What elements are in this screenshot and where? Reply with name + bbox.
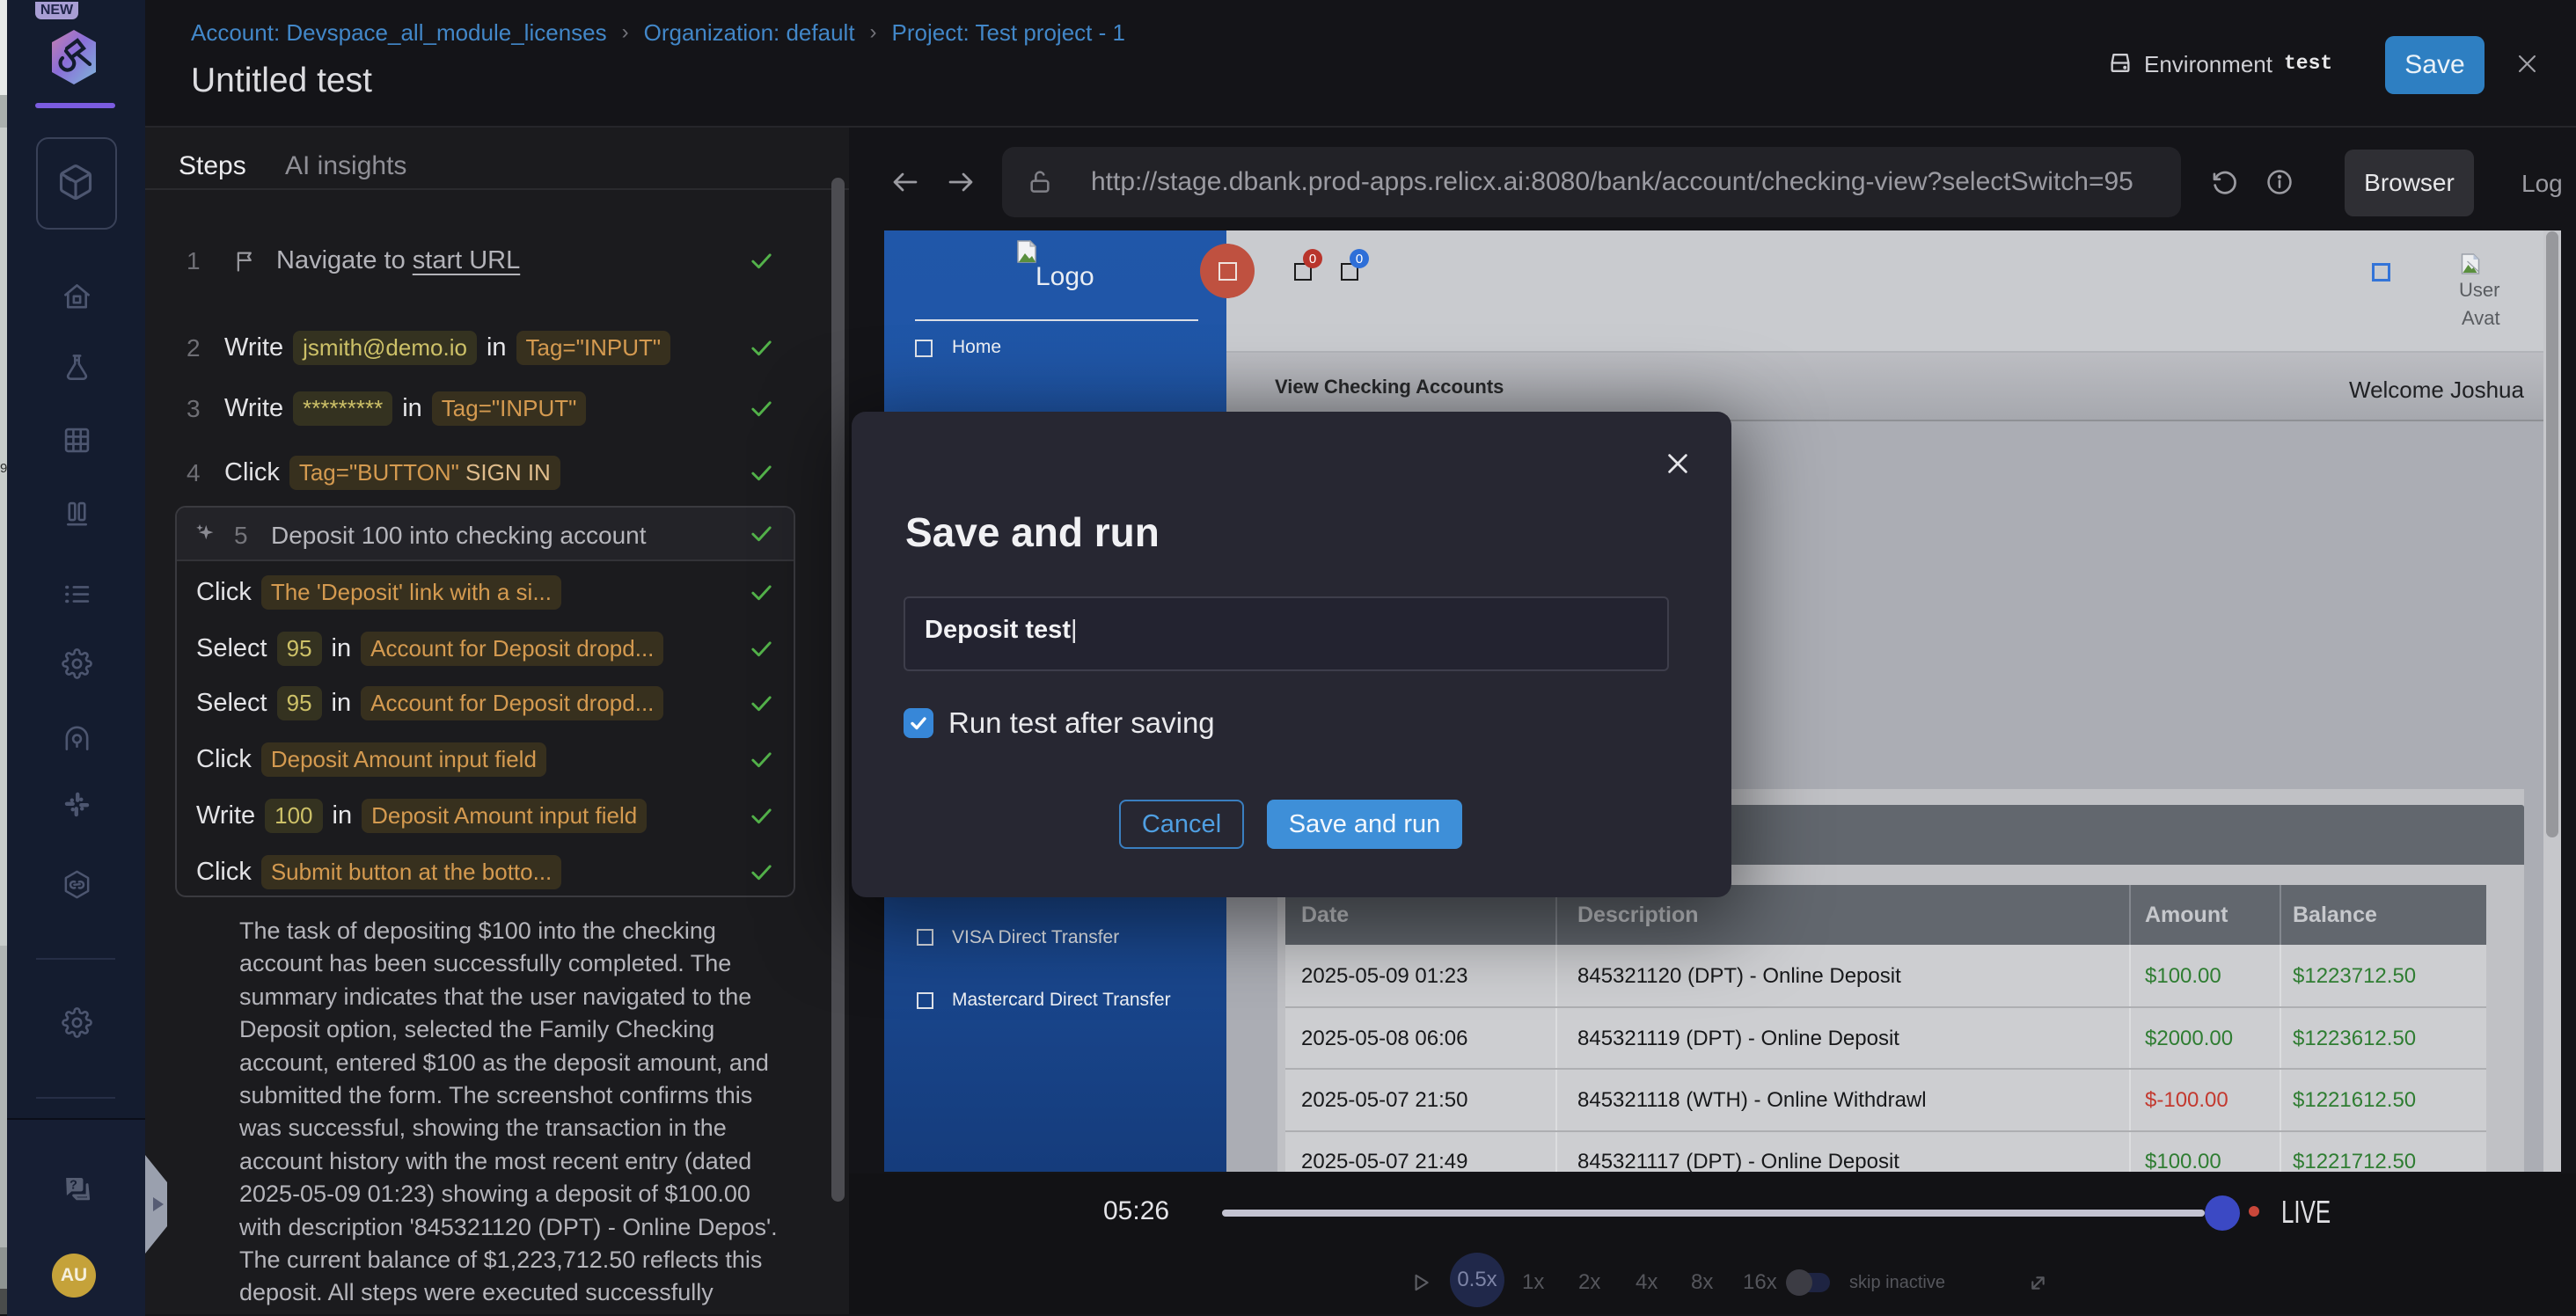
svg-text:?: ? (70, 1179, 77, 1193)
